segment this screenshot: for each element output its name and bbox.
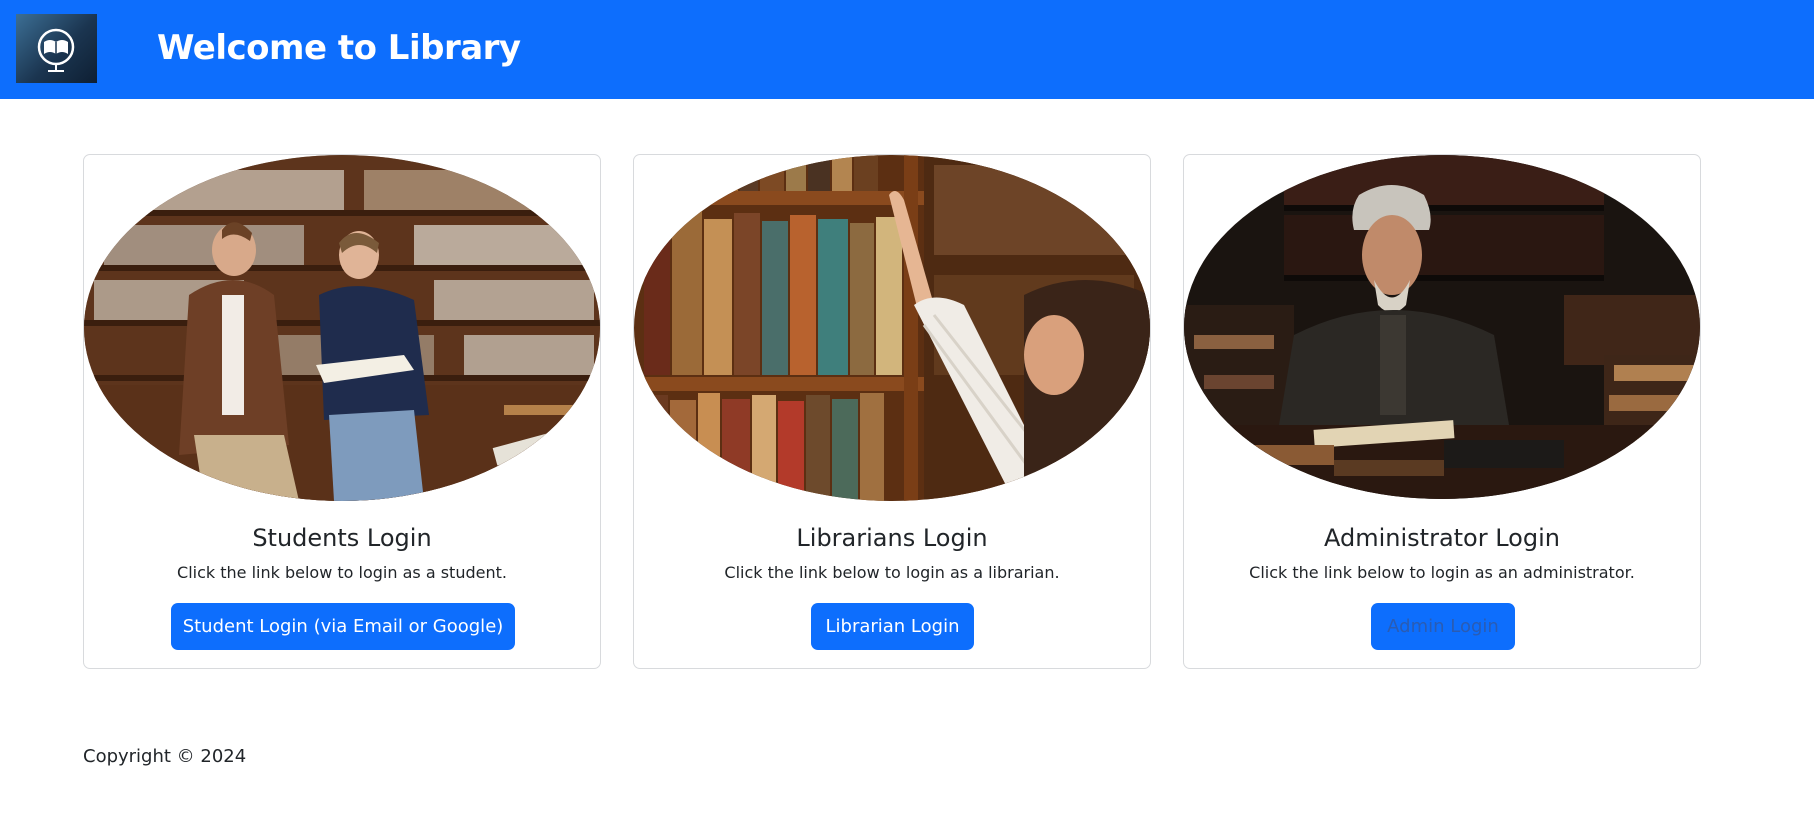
students-login-card: Students Login Click the link below to l… [83, 154, 601, 669]
top-navbar: Welcome to Library [0, 0, 1814, 99]
students-login-title: Students Login [252, 524, 432, 552]
page-title: Welcome to Library [157, 28, 521, 68]
students-login-text: Click the link below to login as a stude… [177, 563, 507, 582]
admin-login-button[interactable]: Admin Login [1371, 603, 1515, 650]
students-reading-photo [84, 155, 600, 501]
administrator-desk-photo [1184, 155, 1700, 499]
administrator-login-title: Administrator Login [1324, 524, 1560, 552]
librarian-login-button[interactable]: Librarian Login [811, 603, 974, 650]
administrator-login-card: Administrator Login Click the link below… [1183, 154, 1701, 669]
librarians-login-title: Librarians Login [796, 524, 988, 552]
librarians-login-text: Click the link below to login as a libra… [724, 563, 1060, 582]
student-login-button[interactable]: Student Login (via Email or Google) [171, 603, 515, 650]
library-logo-icon[interactable] [16, 14, 97, 83]
librarian-bookshelf-photo [634, 155, 1150, 501]
footer-copyright: Copyright © 2024 [83, 746, 247, 767]
administrator-login-text: Click the link below to login as an admi… [1249, 563, 1635, 582]
librarians-login-card: Librarians Login Click the link below to… [633, 154, 1151, 669]
